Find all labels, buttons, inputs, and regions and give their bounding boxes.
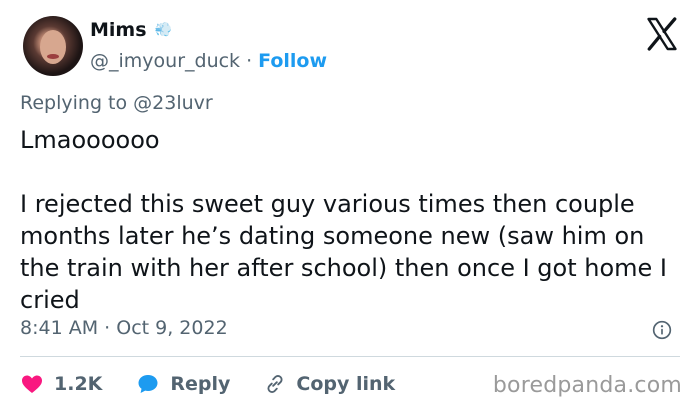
tweet-body: Lmaoooooo I rejected this sweet guy vari… (20, 124, 685, 316)
watermark: boredpanda.com (492, 373, 682, 398)
tweet-timestamp[interactable]: 8:41 AM · Oct 9, 2022 (20, 317, 228, 339)
time-separator: · (104, 317, 111, 339)
copy-link-label: Copy link (296, 373, 396, 395)
handle-row: @_imyour_duck · Follow (90, 50, 327, 72)
reply-button[interactable]: Reply (136, 372, 230, 396)
user-info: Mims 💨 @_imyour_duck · Follow (90, 18, 327, 72)
name-row: Mims 💨 (90, 18, 327, 42)
tweet-line1: Lmaoooooo (20, 126, 160, 154)
divider (20, 356, 680, 357)
reply-mention[interactable]: @23luvr (133, 92, 213, 114)
like-count: 1.2K (54, 373, 103, 395)
avatar-lips (47, 54, 59, 59)
link-icon (267, 375, 283, 393)
name-emoji: 💨 (154, 22, 172, 38)
tweet-actions: 1.2K Reply Copy link (20, 366, 429, 402)
info-icon[interactable] (652, 320, 672, 340)
copy-link-button[interactable]: Copy link (264, 373, 395, 395)
tweet-header: Mims 💨 @_imyour_duck · Follow (20, 14, 680, 80)
avatar[interactable] (23, 16, 83, 76)
follow-button[interactable]: Follow (258, 50, 327, 72)
tweet-paragraph: I rejected this sweet guy various times … (20, 190, 667, 314)
replying-to: Replying to @23luvr (20, 92, 213, 114)
heart-icon (22, 375, 42, 393)
reply-label: Reply (170, 373, 231, 395)
replying-prefix: Replying to (20, 92, 128, 114)
user-handle[interactable]: @_imyour_duck (90, 50, 240, 72)
like-button[interactable]: 1.2K (20, 372, 102, 396)
display-name[interactable]: Mims (90, 19, 147, 41)
tweet-time: 8:41 AM (20, 317, 99, 339)
reply-bubble-icon (138, 375, 158, 393)
x-logo-icon[interactable] (644, 16, 680, 52)
handle-separator: · (246, 50, 253, 72)
tweet-date: Oct 9, 2022 (116, 317, 228, 339)
